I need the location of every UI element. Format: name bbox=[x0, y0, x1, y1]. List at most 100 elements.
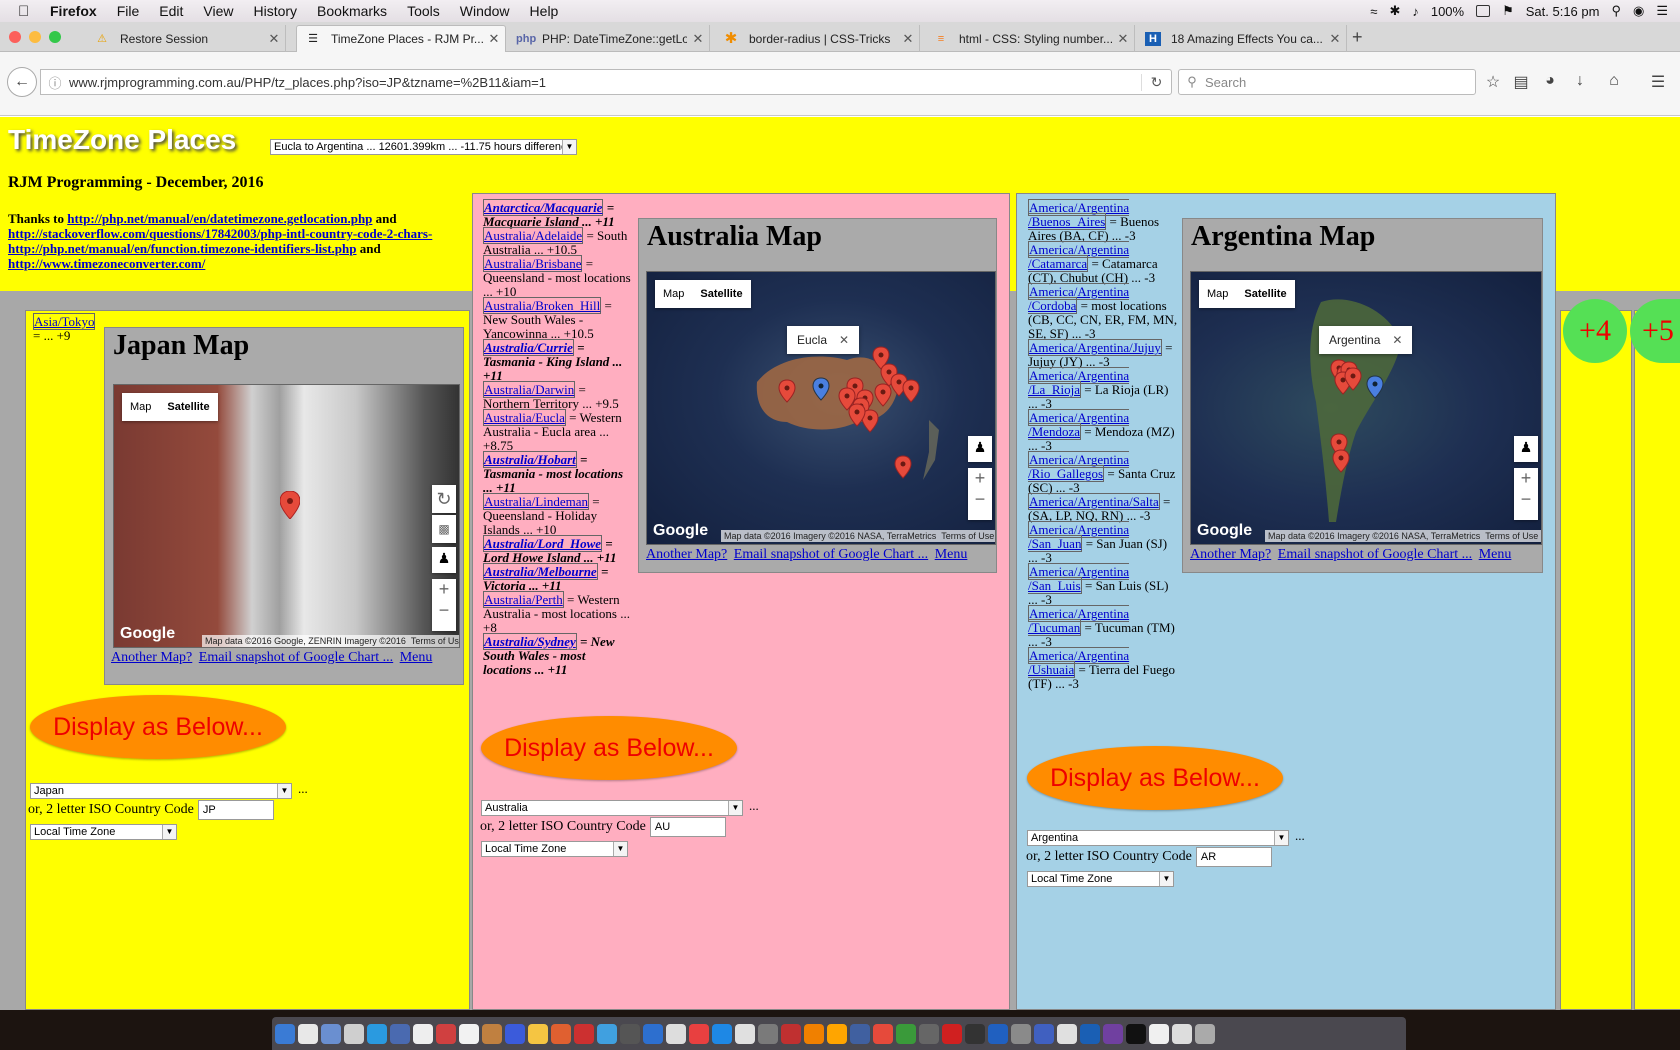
dock-app-icon[interactable] bbox=[482, 1023, 502, 1044]
dock-app-icon[interactable] bbox=[689, 1023, 709, 1044]
dock-app-icon[interactable] bbox=[528, 1023, 548, 1044]
dock-app-icon[interactable] bbox=[988, 1023, 1008, 1044]
zoom-out-icon[interactable]: − bbox=[1514, 489, 1538, 510]
dock-app-icon[interactable] bbox=[436, 1023, 456, 1044]
menu-window[interactable]: Window bbox=[460, 3, 510, 19]
link-php-getlocation[interactable]: http://php.net/manual/en/datetimezone.ge… bbox=[67, 211, 372, 226]
zoom-out-icon[interactable]: − bbox=[432, 600, 456, 621]
link-stackoverflow[interactable]: http://stackoverflow.com/questions/17842… bbox=[8, 226, 432, 241]
dock-app-icon[interactable] bbox=[942, 1023, 962, 1044]
close-icon[interactable]: ✕ bbox=[839, 333, 849, 347]
zoom-in-icon[interactable]: + bbox=[432, 579, 456, 600]
map-type-map-button[interactable]: Map bbox=[122, 393, 159, 421]
country-select-argentina[interactable]: Argentina ▼ bbox=[1027, 830, 1289, 846]
zoom-in-icon[interactable]: + bbox=[968, 468, 992, 489]
dock-app-icon[interactable] bbox=[1172, 1023, 1192, 1044]
local-time-zone-select[interactable]: Local Time Zone ▼ bbox=[30, 824, 177, 840]
dock-app-icon[interactable] bbox=[275, 1023, 295, 1044]
rotate-icon[interactable]: ↻ bbox=[432, 485, 456, 513]
reading-list-icon[interactable]: ▤ bbox=[1511, 72, 1531, 92]
close-tab-icon[interactable]: ✕ bbox=[483, 31, 505, 47]
dock-app-icon[interactable] bbox=[551, 1023, 571, 1044]
close-tab-icon[interactable]: ✕ bbox=[1324, 31, 1346, 47]
dock-app-icon[interactable] bbox=[620, 1023, 640, 1044]
dock-app-icon[interactable] bbox=[873, 1023, 893, 1044]
display-as-below-button[interactable]: Display as Below... bbox=[481, 716, 737, 780]
map-marker-icon[interactable] bbox=[812, 377, 830, 401]
tab-php-datetimezone[interactable]: php PHP: DateTimeZone::getLo... ✕ bbox=[508, 25, 710, 52]
reload-icon[interactable]: ↻ bbox=[1141, 73, 1171, 91]
dock-app-icon[interactable] bbox=[1149, 1023, 1169, 1044]
dock-app-icon[interactable] bbox=[827, 1023, 847, 1044]
terms-link[interactable]: Terms of Use bbox=[1485, 531, 1538, 541]
map-marker-icon[interactable] bbox=[894, 455, 912, 479]
dock-app-icon[interactable] bbox=[735, 1023, 755, 1044]
back-arrow-icon[interactable]: ← bbox=[7, 67, 37, 97]
menu-link[interactable]: Menu bbox=[400, 650, 433, 665]
dock-app-icon[interactable] bbox=[505, 1023, 525, 1044]
street-view-pegman-icon[interactable]: ♟ bbox=[432, 547, 456, 573]
dock-app-icon[interactable] bbox=[712, 1023, 732, 1044]
offset-plus4-button[interactable]: +4 bbox=[1563, 299, 1627, 363]
another-map-link[interactable]: Another Map? bbox=[1190, 547, 1271, 562]
tab-stackoverflow[interactable]: ≡ html - CSS: Styling number... ✕ bbox=[925, 25, 1135, 52]
battery-icon[interactable] bbox=[1476, 5, 1491, 17]
email-snapshot-link[interactable]: Email snapshot of Google Chart ... bbox=[1278, 547, 1472, 562]
argentina-google-map[interactable]: Map Satellite Argentina ✕ ♟ + − Google Ma… bbox=[1190, 271, 1542, 545]
menu-link[interactable]: Menu bbox=[1479, 547, 1512, 562]
local-time-zone-select[interactable]: Local Time Zone ▼ bbox=[1027, 871, 1174, 887]
australia-google-map[interactable]: Map Satellite Eucla ✕ ♟ + − Google Map da… bbox=[646, 271, 996, 545]
close-tab-icon[interactable]: ✕ bbox=[1112, 31, 1134, 47]
spotlight-search-icon[interactable]: ⚲ bbox=[1611, 3, 1621, 19]
tab-restore-session[interactable]: ⚠ Restore Session ✕ bbox=[86, 25, 286, 52]
distance-select[interactable]: Eucla to Argentina ... 12601.399km ... -… bbox=[270, 139, 577, 155]
menu-link[interactable]: Menu bbox=[935, 547, 968, 562]
terms-link[interactable]: Terms of Use bbox=[411, 636, 459, 646]
dock-app-icon[interactable] bbox=[919, 1023, 939, 1044]
close-icon[interactable]: ✕ bbox=[1392, 333, 1402, 347]
dock-app-icon[interactable] bbox=[666, 1023, 686, 1044]
japan-google-map[interactable]: Map Satellite ↻ ▩ ♟ + − Google Map data … bbox=[113, 384, 460, 648]
email-snapshot-link[interactable]: Email snapshot of Google Chart ... bbox=[199, 650, 393, 665]
menubar-clock[interactable]: Sat. 5:16 pm bbox=[1526, 4, 1600, 19]
country-select-japan[interactable]: Japan ▼ bbox=[30, 783, 292, 799]
zoom-out-icon[interactable]: − bbox=[968, 489, 992, 510]
link-php-identifiers[interactable]: http://php.net/manual/en/function.timezo… bbox=[8, 241, 357, 256]
map-marker-icon[interactable] bbox=[874, 383, 892, 407]
map-marker-icon[interactable] bbox=[280, 491, 300, 519]
dock-app-icon[interactable] bbox=[1080, 1023, 1100, 1044]
dock-app-icon[interactable] bbox=[344, 1023, 364, 1044]
street-view-pegman-icon[interactable]: ♟ bbox=[968, 436, 992, 462]
close-tab-icon[interactable]: ✕ bbox=[263, 31, 285, 47]
bookmark-star-icon[interactable]: ☆ bbox=[1483, 72, 1503, 92]
dock-app-icon[interactable] bbox=[1195, 1023, 1215, 1044]
another-map-link[interactable]: Another Map? bbox=[111, 650, 192, 665]
siri-icon[interactable]: ◉ bbox=[1633, 3, 1644, 19]
close-tab-icon[interactable]: ✕ bbox=[897, 31, 919, 47]
country-select-australia[interactable]: Australia ▼ bbox=[481, 800, 743, 816]
dock-app-icon[interactable] bbox=[1011, 1023, 1031, 1044]
minimize-window-button[interactable] bbox=[29, 31, 41, 43]
new-tab-plus-icon[interactable]: + bbox=[1352, 27, 1363, 48]
menu-app-firefox[interactable]: Firefox bbox=[50, 3, 97, 19]
map-marker-icon[interactable] bbox=[902, 379, 920, 403]
map-marker-icon[interactable] bbox=[1332, 449, 1350, 473]
dock-app-icon[interactable] bbox=[459, 1023, 479, 1044]
volume-icon[interactable]: ♪ bbox=[1412, 4, 1419, 19]
bluetooth-icon[interactable]: ✱ bbox=[1389, 3, 1400, 19]
tab-timezone-places[interactable]: ☰ TimeZone Places - RJM Pr... ✕ bbox=[296, 25, 506, 52]
dock-app-icon[interactable] bbox=[1034, 1023, 1054, 1044]
dock-app-icon[interactable] bbox=[781, 1023, 801, 1044]
pocket-icon[interactable]: ◕ bbox=[1540, 72, 1560, 90]
dock-app-icon[interactable] bbox=[390, 1023, 410, 1044]
map-type-satellite-button[interactable]: Satellite bbox=[159, 393, 217, 421]
menu-bookmarks[interactable]: Bookmarks bbox=[317, 3, 387, 19]
dock-app-icon[interactable] bbox=[597, 1023, 617, 1044]
hamburger-menu-icon[interactable]: ☰ bbox=[1648, 72, 1668, 92]
apple-menu-icon[interactable]:  bbox=[18, 3, 38, 20]
url-bar[interactable]: ⓘ www.rjmprogramming.com.au/PHP/tz_place… bbox=[40, 69, 1172, 95]
street-view-pegman-icon[interactable]: ♟ bbox=[1514, 436, 1538, 462]
display-as-below-button[interactable]: Display as Below... bbox=[30, 695, 286, 759]
dock-app-icon[interactable] bbox=[850, 1023, 870, 1044]
dock-app-icon[interactable] bbox=[321, 1023, 341, 1044]
